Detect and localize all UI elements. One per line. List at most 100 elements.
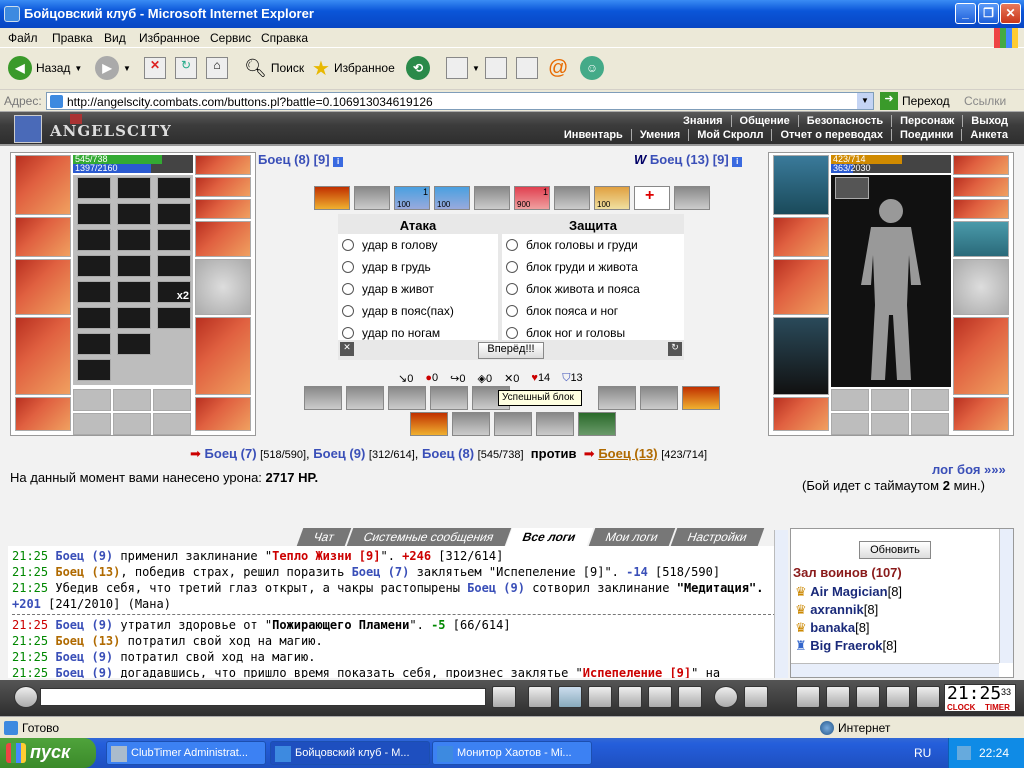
forward-attack-button[interactable]: Вперёд!!!: [478, 342, 544, 359]
scroll-slot[interactable]: x2: [157, 281, 191, 303]
radio-button[interactable]: [342, 305, 354, 317]
chat-input[interactable]: [40, 688, 486, 706]
ring-slot[interactable]: [157, 177, 191, 199]
fighter-link[interactable]: Боец (13): [598, 446, 657, 461]
fire-scroll[interactable]: [314, 186, 350, 210]
refresh-button[interactable]: ↻: [175, 54, 197, 82]
scroll-slot[interactable]: [117, 333, 151, 355]
nav-profile[interactable]: Анкета: [961, 129, 1016, 141]
scroll-slot[interactable]: [157, 307, 191, 329]
links-label[interactable]: Ссылки: [964, 94, 1006, 108]
shield-slot[interactable]: [195, 259, 251, 315]
history-button[interactable]: ⟲: [406, 54, 430, 82]
scroll-slot[interactable]: [157, 203, 191, 225]
scroll-slot[interactable]: [117, 255, 151, 277]
helmet-slot[interactable]: [773, 155, 829, 215]
home-button[interactable]: ⌂: [206, 54, 228, 82]
tab-settings[interactable]: Настройки: [670, 528, 764, 546]
back-dropdown-icon[interactable]: ▼: [74, 64, 82, 73]
empty-scroll[interactable]: [674, 186, 710, 210]
radio-button[interactable]: [506, 283, 518, 295]
messenger-button[interactable]: ☺: [580, 54, 604, 82]
game-exit-icon[interactable]: [916, 686, 940, 708]
trick-slot[interactable]: [452, 412, 490, 436]
gloves-slot[interactable]: [953, 221, 1009, 257]
refresh-players-button[interactable]: Обновить: [859, 541, 931, 559]
fighter-link[interactable]: Боец (7): [205, 446, 257, 461]
legs-slot[interactable]: [953, 317, 1009, 395]
smiley-head-icon[interactable]: [14, 686, 38, 708]
battle-log-link[interactable]: лог боя »»»: [932, 462, 1006, 477]
boots-slot[interactable]: [195, 397, 251, 431]
empty-slot[interactable]: [831, 389, 869, 411]
radio-button[interactable]: [506, 239, 518, 251]
radio-button[interactable]: [342, 261, 354, 273]
block-legs-head[interactable]: блок ног и головы: [506, 326, 625, 340]
gloves-slot[interactable]: [195, 221, 251, 257]
scroll-slot[interactable]: [77, 203, 111, 225]
radio-button[interactable]: [506, 305, 518, 317]
trick-slot[interactable]: [536, 412, 574, 436]
send-icon[interactable]: [492, 686, 516, 708]
tab-my-logs[interactable]: Мои логи: [588, 528, 675, 546]
nav-battles[interactable]: Поединки: [891, 129, 961, 141]
empty-slot[interactable]: [153, 389, 191, 411]
tab-chat[interactable]: Чат: [296, 528, 352, 546]
weapon-slot[interactable]: [15, 259, 71, 315]
edit-button[interactable]: [516, 54, 538, 82]
empty-slot[interactable]: [113, 413, 151, 435]
forward-dropdown-icon[interactable]: ▼: [123, 64, 131, 73]
water-scroll[interactable]: 1 100: [394, 186, 430, 210]
empty-scroll[interactable]: [354, 186, 390, 210]
armor-slot[interactable]: [773, 317, 829, 395]
radio-button[interactable]: [506, 261, 518, 273]
search-button[interactable]: 🔍︎ Поиск: [244, 54, 304, 82]
trick-slot[interactable]: [578, 412, 616, 436]
earrings-slot[interactable]: [953, 155, 1009, 175]
belt-slot[interactable]: [15, 397, 71, 431]
empty-slot[interactable]: [153, 413, 191, 435]
helmet-slot[interactable]: [15, 155, 71, 215]
trick-slot[interactable]: [494, 412, 532, 436]
menu-favorites[interactable]: Избранное: [139, 31, 200, 45]
smiles-icon[interactable]: [714, 686, 738, 708]
empty-slot[interactable]: [871, 413, 909, 435]
right-player-name[interactable]: W Боец (13) [9] i: [634, 152, 743, 167]
back-button[interactable]: ◀ Назад ▼: [8, 54, 82, 82]
attack-belly[interactable]: удар в живот: [342, 282, 434, 296]
trick-slot[interactable]: [388, 386, 426, 410]
menu-tools[interactable]: Сервис: [210, 31, 251, 45]
trick-slot[interactable]: [598, 386, 636, 410]
menu-file[interactable]: Файл: [8, 31, 38, 45]
nav-transfers[interactable]: Отчет о переводах: [771, 129, 891, 141]
attack-legs[interactable]: удар по ногам: [342, 326, 440, 340]
radio-button[interactable]: [342, 327, 354, 339]
amulet-slot[interactable]: [953, 177, 1009, 197]
empty-slot[interactable]: [73, 413, 111, 435]
nav-communication[interactable]: Общение: [730, 115, 798, 127]
menu-view[interactable]: Вид: [104, 31, 126, 45]
scroll-slot[interactable]: [77, 307, 111, 329]
nav-skills[interactable]: Умения: [630, 129, 688, 141]
nav-security[interactable]: Безопасность: [797, 115, 891, 127]
legs-slot[interactable]: [195, 317, 251, 395]
water-scroll[interactable]: 100: [434, 186, 470, 210]
mail-dropdown-icon[interactable]: ▼: [472, 64, 480, 73]
menu-edit[interactable]: Правка: [52, 31, 93, 45]
shield-slot[interactable]: [953, 259, 1009, 315]
rings-slot[interactable]: [953, 199, 1009, 219]
scroll-slot[interactable]: [117, 203, 151, 225]
fighter-link[interactable]: Боец (9): [313, 446, 365, 461]
radio-button[interactable]: [342, 283, 354, 295]
forward-button[interactable]: ▶ ▼: [95, 54, 131, 82]
scroll-slot[interactable]: [157, 255, 191, 277]
block-chest-belly[interactable]: блок груди и живота: [506, 260, 638, 274]
scroll-slot[interactable]: [117, 229, 151, 251]
empty-scroll[interactable]: [554, 186, 590, 210]
messenger-at-button[interactable]: @: [548, 54, 568, 82]
save-icon[interactable]: [588, 686, 612, 708]
medic-scroll[interactable]: +: [634, 186, 670, 210]
stop-button[interactable]: ✕: [144, 54, 166, 82]
block-belly-waist[interactable]: блок живота и пояса: [506, 282, 640, 296]
print-button[interactable]: [485, 54, 507, 82]
